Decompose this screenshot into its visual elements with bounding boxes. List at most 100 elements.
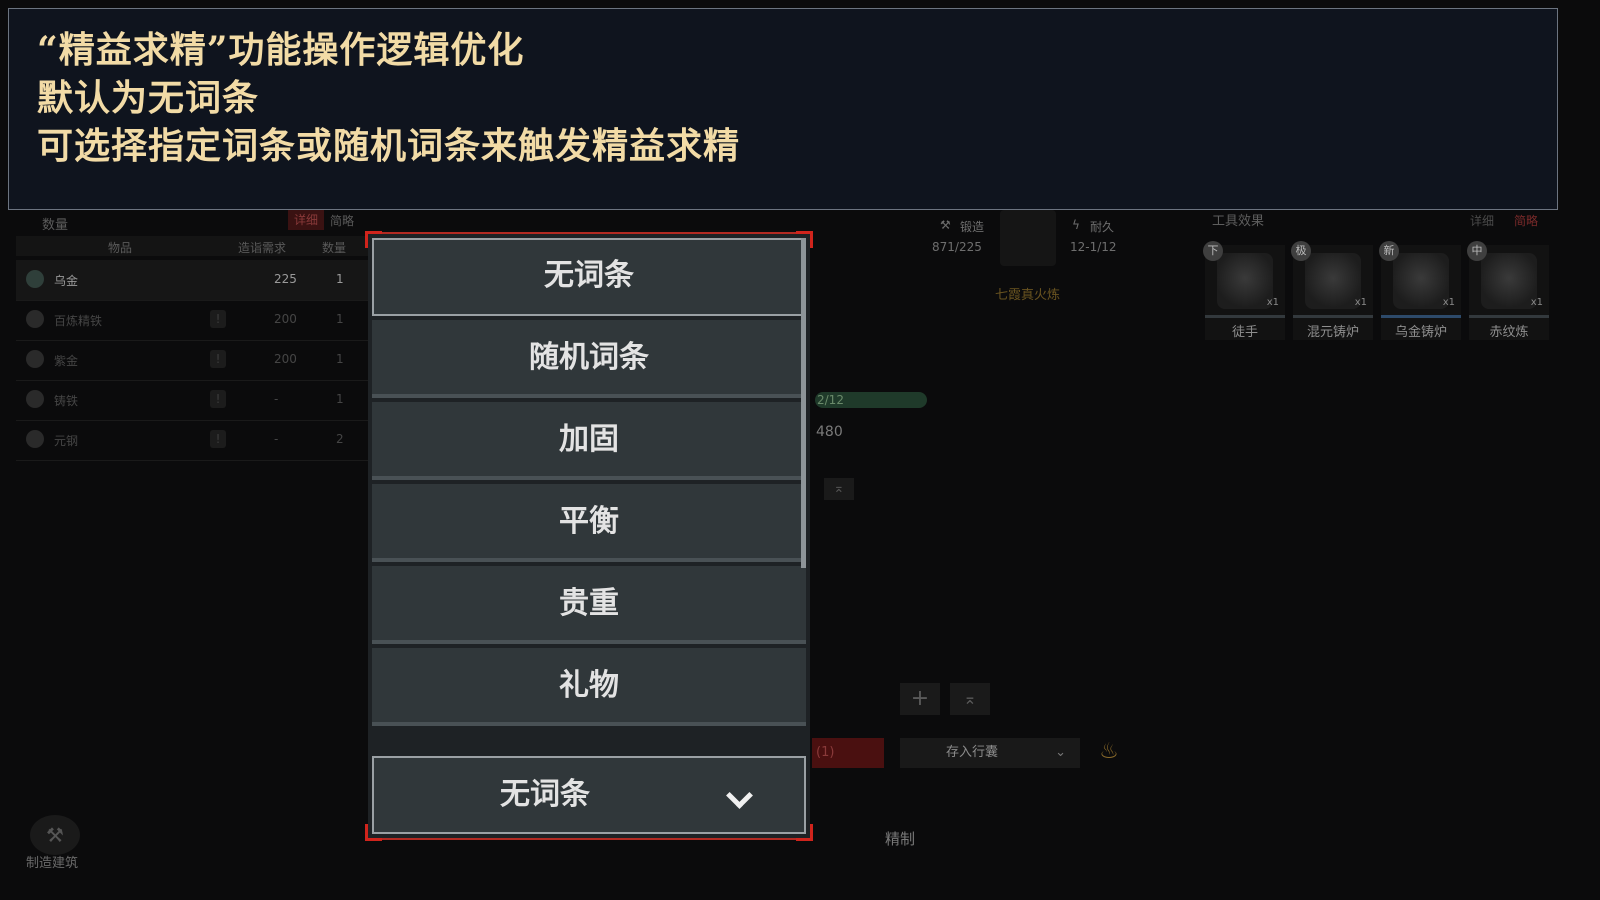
incense-burner-icon[interactable]: ♨ [1096,736,1122,768]
forging-label: 锻造 [960,220,985,234]
tool-grade-badge: 中 [1467,241,1487,261]
tool-name: 赤纹炼 [1489,325,1529,340]
tool-effects-title: 工具效果 [1212,214,1265,229]
material-req: - [274,432,279,446]
plus-button[interactable]: + [900,683,940,715]
option-balance[interactable]: 平衡 [372,484,806,562]
tool-bar [1293,315,1373,318]
option-gift[interactable]: 礼物 [372,648,806,726]
dropdown-scrollbar[interactable] [801,238,806,568]
tool-name: 徒手 [1231,325,1258,340]
material-count: 1 [336,352,344,366]
chevron-down-icon: ⌄ [1055,745,1066,760]
tool-count: x1 [1266,297,1279,308]
frame-top [378,232,800,234]
anvil-icon [1000,210,1056,266]
progress-bar: 2/12 [815,392,927,408]
material-name: 乌金 [54,274,79,288]
forging-value: 871/225 [932,240,982,254]
store-select-value: 存入行囊 [946,745,999,760]
warning-icon: ! [210,430,226,448]
build-label[interactable]: 制造建筑 [26,852,78,871]
option-no-affix[interactable]: 无词条 [372,238,806,316]
col-skill-req: 造诣需求 [238,241,287,255]
material-name: 铸铁 [54,394,79,408]
tool-grade-badge: 新 [1379,241,1399,261]
affix-select[interactable]: 无词条 [372,756,806,834]
tool-count: x1 [1442,297,1455,308]
collapse-up-icon[interactable]: ⌅ [824,478,854,500]
warning-icon: ! [210,350,226,368]
tool-name: 混元铸炉 [1306,325,1359,340]
tool-bar [1469,315,1549,318]
tool-bar [1381,315,1461,318]
tool-count: x1 [1354,297,1367,308]
material-row[interactable]: 乌金 225 1 [16,260,371,301]
option-random-affix[interactable]: 随机词条 [372,320,806,398]
forging-icon: ⚒ [940,218,951,232]
tool-grade-badge: 极 [1291,241,1311,261]
ore-icon [26,390,44,408]
quantity-label[interactable]: 数量 [42,214,68,233]
material-count: 2 [336,432,344,446]
material-row[interactable]: 元钢 ! - 2 [16,420,371,461]
affix-select-value: 无词条 [500,777,590,812]
material-count: 1 [336,392,344,406]
tool-grade-badge: 下 [1203,241,1223,261]
material-row[interactable]: 百炼精铁 ! 200 1 [16,300,371,341]
ore-icon [26,310,44,328]
warning-icon: ! [210,390,226,408]
warning-icon: ! [210,310,226,328]
max-button[interactable]: ⌅ [950,683,990,715]
tool-name: 乌金铸炉 [1394,325,1447,340]
option-precious[interactable]: 贵重 [372,566,806,644]
ore-icon [26,350,44,368]
material-row[interactable]: 铸铁 ! - 1 [16,380,371,421]
tool-card[interactable]: 中 x1 赤纹炼 [1467,241,1549,340]
material-row[interactable]: 紫金 ! 200 1 [16,340,371,381]
make-button[interactable]: (1) [812,738,884,768]
material-name: 紫金 [54,354,79,368]
frame-bottom [378,838,800,840]
material-name: 元钢 [54,434,79,448]
tool-card[interactable]: 极 x1 混元铸炉 [1291,241,1373,340]
tool-card[interactable]: 新 x1 乌金铸炉 [1379,241,1461,340]
hammer-icon[interactable]: ⚒ [30,815,80,855]
tool-bar [1205,315,1285,318]
furnace-icon [1393,253,1449,309]
brief-toggle[interactable]: 简略 [330,212,354,229]
material-req: - [274,392,279,406]
materials-panel: 数量 详细 简略 物品 造诣需求 数量 乌金 225 1 百炼精铁 ! 200 … [16,210,371,470]
materials-header: 数量 详细 简略 [16,210,371,233]
material-name: 百炼精铁 [54,314,103,328]
detail-toggle[interactable]: 详细 [288,210,324,230]
tool-count: x1 [1530,297,1543,308]
col-item: 物品 [108,241,133,255]
furnace-icon [1305,253,1361,309]
info-banner: “精益求精”功能操作逻辑优化 默认为无词条 可选择指定词条或随机词条来触发精益求… [8,8,1558,210]
store-select[interactable]: 存入行囊 ⌄ [900,738,1080,768]
material-count: 1 [336,312,344,326]
tool-detail-toggle[interactable]: 详细 [1470,212,1494,229]
col-count: 数量 [322,241,347,255]
material-req: 200 [274,312,297,326]
value-readout: 480 [816,424,843,440]
durability-value: 12-1/12 [1070,240,1117,254]
dropdown-options[interactable]: 无词条 随机词条 加固 平衡 贵重 礼物 [372,238,806,734]
forge-icon [1481,253,1537,309]
ore-icon [26,430,44,448]
tool-brief-toggle[interactable]: 简略 [1514,212,1538,229]
option-reinforce[interactable]: 加固 [372,402,806,480]
affix-dropdown: 无词条 随机词条 加固 平衡 贵重 礼物 无词条 [365,231,813,841]
ore-icon [26,270,44,288]
tool-card[interactable]: 下 x1 徒手 [1203,241,1285,340]
recipe-name: 七霞真火炼 [995,288,1061,303]
banner-line-option: 可选择指定词条或随机词条来触发精益求精 [37,125,741,167]
material-req: 225 [274,272,297,286]
banner-line-default: 默认为无词条 [37,77,260,119]
banner-title: “精益求精”功能操作逻辑优化 [37,29,525,71]
chevron-down-icon [726,782,753,809]
tab-refine[interactable]: 精制 [885,828,915,849]
durability-label: 耐久 [1090,220,1115,234]
materials-columns: 物品 造诣需求 数量 [16,236,371,256]
